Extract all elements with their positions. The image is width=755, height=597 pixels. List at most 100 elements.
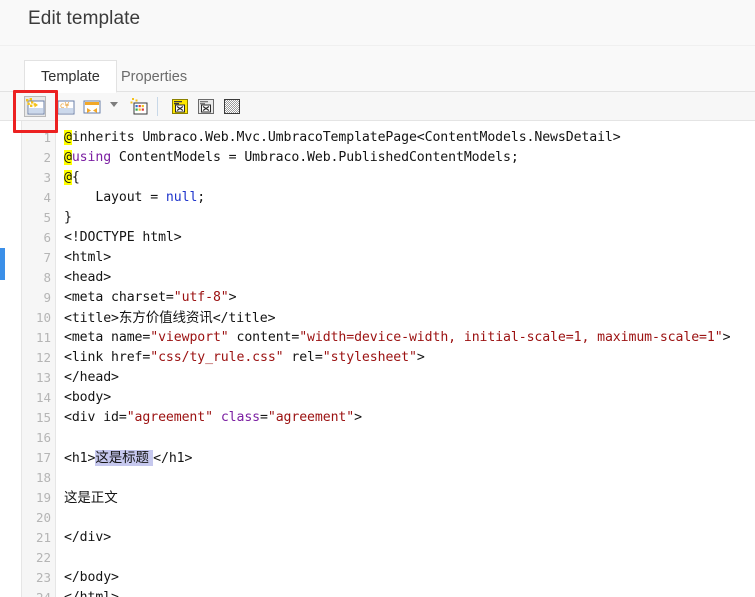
- line-number: 12: [35, 350, 51, 365]
- code-token: {: [71, 170, 80, 185]
- code-token: 这是标题: [95, 450, 154, 466]
- code-token: >: [354, 410, 362, 425]
- code-token: </html>: [64, 590, 119, 597]
- line-number: 3: [43, 170, 51, 185]
- code-token: <body>: [64, 390, 112, 405]
- code-token: ContentModels = Umbraco.Web.PublishedCon…: [111, 150, 519, 165]
- code-token: 这是正文: [64, 490, 118, 506]
- code-token: rel=: [283, 350, 323, 365]
- query-builder-button[interactable]: [128, 96, 150, 117]
- code-token: </title>: [212, 311, 276, 326]
- code-token: <link href=: [64, 350, 151, 365]
- code-token: "utf-8": [173, 290, 229, 305]
- line-number: 9: [43, 290, 51, 305]
- sections-yellow-icon: [170, 97, 190, 116]
- code-line[interactable]: @using ContentModels = Umbraco.Web.Publi…: [64, 148, 519, 168]
- page-header: Edit template: [0, 0, 755, 46]
- code-token: Layout =: [64, 190, 166, 205]
- line-number: 2: [43, 150, 51, 165]
- code-line[interactable]: }: [64, 208, 72, 228]
- code-token: <meta charset=: [64, 290, 174, 305]
- code-line[interactable]: Layout = null;: [64, 188, 205, 208]
- insert-partial-view-button[interactable]: [81, 96, 103, 117]
- code-line[interactable]: <meta charset="utf-8">: [64, 288, 237, 308]
- line-number: 13: [35, 370, 51, 385]
- line-number: 23: [35, 570, 51, 585]
- code-token: <html>: [64, 250, 112, 265]
- edit-template-screen: Edit template Template Properties c¥ 1 2…: [0, 0, 755, 597]
- code-content[interactable]: @inherits Umbraco.Web.Mvc.UmbracoTemplat…: [57, 121, 755, 597]
- code-line[interactable]: @inherits Umbraco.Web.Mvc.UmbracoTemplat…: [64, 128, 621, 148]
- code-line[interactable]: <title>东方价值线资讯</title>: [64, 308, 276, 328]
- code-line[interactable]: </head>: [64, 368, 119, 388]
- tab-template[interactable]: Template: [24, 60, 117, 93]
- line-number: 18: [35, 470, 51, 485]
- line-number-gutter: 123456789101112131415161718192021222324: [22, 121, 56, 597]
- toolbar-separator: [157, 97, 158, 116]
- code-token: "viewport": [150, 330, 229, 345]
- render-child-template-button[interactable]: [195, 96, 217, 117]
- code-token: @: [64, 130, 72, 145]
- sections-button[interactable]: [169, 96, 191, 117]
- code-line[interactable]: <div id="agreement" class="agreement">: [64, 408, 362, 428]
- line-number: 10: [35, 310, 51, 325]
- code-token: 东方价值线资讯: [118, 310, 213, 326]
- code-editor[interactable]: 123456789101112131415161718192021222324 …: [0, 121, 755, 597]
- code-token: </div>: [64, 530, 112, 545]
- line-number: 4: [43, 190, 51, 205]
- code-line[interactable]: 这是正文: [64, 488, 118, 508]
- line-number: 14: [35, 390, 51, 405]
- code-token: <h1>: [64, 451, 96, 466]
- code-line[interactable]: <html>: [64, 248, 111, 268]
- code-token: =: [260, 410, 268, 425]
- code-line[interactable]: <h1>这是标题 </h1>: [64, 448, 192, 468]
- code-token: <head>: [64, 270, 112, 285]
- code-token: <!DOCTYPE html>: [64, 230, 182, 245]
- master-template-button[interactable]: [221, 96, 243, 117]
- code-token: @: [64, 170, 72, 185]
- code-line[interactable]: </div>: [64, 528, 111, 548]
- code-token: "agreement": [267, 410, 355, 425]
- code-line[interactable]: </html>: [64, 588, 119, 597]
- code-token: null: [165, 190, 198, 205]
- code-token: "stylesheet": [322, 350, 417, 365]
- code-line[interactable]: <!DOCTYPE html>: [64, 228, 182, 248]
- insert-dictionary-item-button[interactable]: c¥: [54, 96, 76, 117]
- change-marker: [0, 248, 5, 280]
- line-number: 6: [43, 230, 51, 245]
- code-token: inherits Umbraco.Web.Mvc.UmbracoTemplate…: [71, 130, 621, 145]
- tab-properties[interactable]: Properties: [104, 60, 204, 93]
- line-number: 17: [35, 450, 51, 465]
- line-number: 20: [35, 510, 51, 525]
- editor-toolbar: c¥: [0, 92, 755, 121]
- insert-umbraco-field-button[interactable]: [24, 96, 46, 117]
- code-line[interactable]: <body>: [64, 388, 111, 408]
- chevron-down-icon[interactable]: [110, 102, 119, 111]
- code-line[interactable]: </body>: [64, 568, 119, 588]
- code-line[interactable]: <link href="css/ty_rule.css" rel="styles…: [64, 348, 425, 368]
- line-number: 11: [35, 330, 51, 345]
- code-token: ;: [197, 190, 206, 205]
- line-number: 1: [43, 130, 51, 145]
- code-token: >: [722, 330, 731, 345]
- line-number: 7: [43, 250, 51, 265]
- code-line[interactable]: <meta name="viewport" content="width=dev…: [64, 328, 731, 348]
- code-token: "agreement": [126, 410, 213, 425]
- code-token: </head>: [64, 370, 119, 385]
- code-token: class: [220, 410, 261, 425]
- editor-left-strip: [0, 121, 22, 597]
- code-line[interactable]: @{: [64, 168, 80, 188]
- master-template-icon: [222, 97, 242, 116]
- line-number: 21: [35, 530, 51, 545]
- code-line[interactable]: <head>: [64, 268, 111, 288]
- code-token: <title>: [64, 311, 119, 326]
- line-number: 5: [43, 210, 51, 225]
- svg-text:c¥: c¥: [60, 101, 70, 110]
- line-number: 8: [43, 270, 51, 285]
- render-child-template-icon: [196, 97, 216, 116]
- code-token: <div id=: [64, 410, 127, 425]
- code-token: >: [228, 290, 237, 305]
- code-token: }: [64, 210, 72, 225]
- line-number: 16: [35, 430, 51, 445]
